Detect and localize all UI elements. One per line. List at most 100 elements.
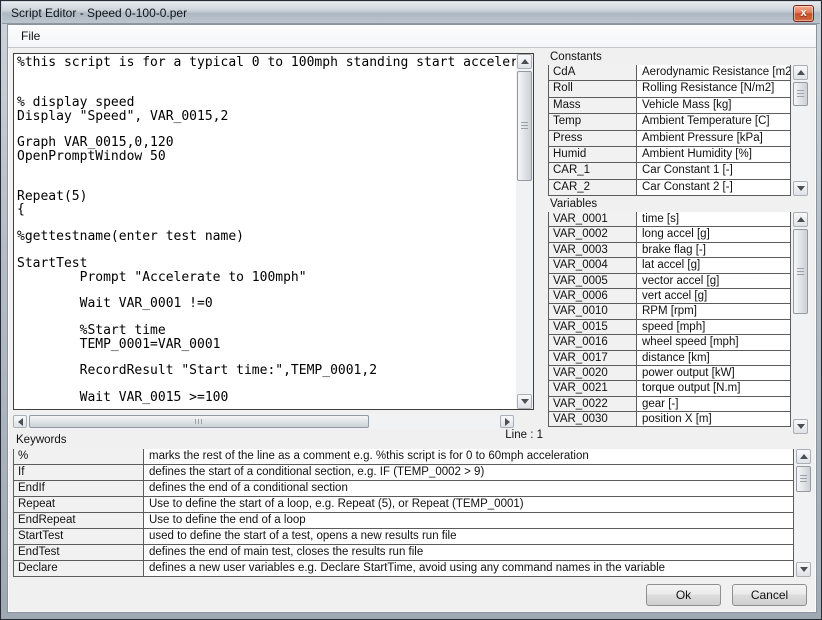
editor-vertical-scrollbar[interactable] <box>516 54 533 409</box>
keywords-scrollbar[interactable] <box>795 449 812 577</box>
variable-row[interactable]: VAR_0006 vert accel [g] <box>548 288 791 304</box>
scroll-down-icon <box>797 186 805 191</box>
constant-description: Vehicle Mass [kg] <box>637 98 790 113</box>
variable-row[interactable]: VAR_0001 time [s] <box>548 212 791 227</box>
editor-horizontal-scrollbar[interactable] <box>13 414 514 429</box>
constant-row[interactable]: Temp Ambient Temperature [C] <box>548 113 791 130</box>
close-button[interactable]: x <box>793 5 814 22</box>
variable-name: VAR_0010 <box>549 304 637 318</box>
variable-description: power output [kW] <box>637 366 790 380</box>
constant-name: Press <box>549 131 637 146</box>
keyword-description: defines the end of main test, closes the… <box>144 545 793 560</box>
variable-row[interactable]: VAR_0010 RPM [rpm] <box>548 303 791 319</box>
keyword-description: defines the start of a conditional secti… <box>144 465 793 480</box>
constant-row[interactable]: Humid Ambient Humidity [%] <box>548 146 791 163</box>
constant-row[interactable]: CAR_1 Car Constant 1 [-] <box>548 162 791 179</box>
scroll-down-button[interactable] <box>793 181 808 196</box>
constant-row[interactable]: Mass Vehicle Mass [kg] <box>548 97 791 114</box>
keyword-row[interactable]: If defines the start of a conditional se… <box>13 464 794 481</box>
constant-description: Car Constant 1 [-] <box>637 163 790 178</box>
constant-name: Mass <box>549 98 637 113</box>
constant-row[interactable]: CAR_2 Car Constant 2 [-] <box>548 179 791 196</box>
variable-row[interactable]: VAR_0015 speed [mph] <box>548 319 791 335</box>
variable-row[interactable]: VAR_0004 lat accel [g] <box>548 257 791 273</box>
variable-name: VAR_0016 <box>549 335 637 349</box>
constant-description: Car Constant 2 [-] <box>637 180 790 195</box>
variable-row[interactable]: VAR_0003 brake flag [-] <box>548 242 791 258</box>
variable-name: VAR_0030 <box>549 412 637 426</box>
scroll-right-button[interactable] <box>500 415 514 428</box>
menu-file[interactable]: File <box>8 25 53 46</box>
constant-row[interactable]: Roll Rolling Resistance [N/m2] <box>548 80 791 97</box>
keyword-row[interactable]: Declare defines a new user variables e.g… <box>13 560 794 577</box>
script-code[interactable]: %this script is for a typical 0 to 100mp… <box>14 54 516 409</box>
constant-name: Roll <box>549 81 637 96</box>
variable-row[interactable]: VAR_0002 long accel [g] <box>548 226 791 242</box>
variable-row[interactable]: VAR_0017 distance [km] <box>548 350 791 366</box>
variable-description: lat accel [g] <box>637 258 790 272</box>
variable-description: vector accel [g] <box>637 274 790 288</box>
scroll-down-button[interactable] <box>796 562 811 577</box>
variable-row[interactable]: VAR_0030 position X [m] <box>548 411 791 427</box>
variable-description: wheel speed [mph] <box>637 335 790 349</box>
constant-description: Aerodynamic Resistance [m2] <box>637 65 790 80</box>
scroll-down-button[interactable] <box>517 394 532 409</box>
variable-description: speed [mph] <box>637 320 790 334</box>
keywords-scroll-thumb[interactable] <box>796 466 811 492</box>
titlebar[interactable]: Script Editor - Speed 0-100-0.per x <box>2 2 820 24</box>
variable-name: VAR_0006 <box>549 289 637 303</box>
keyword-row[interactable]: EndTest defines the end of main test, cl… <box>13 544 794 561</box>
constant-name: Humid <box>549 147 637 162</box>
variables-scrollbar[interactable] <box>792 212 809 434</box>
constant-row[interactable]: Press Ambient Pressure [kPa] <box>548 130 791 147</box>
variable-row[interactable]: VAR_0016 wheel speed [mph] <box>548 334 791 350</box>
keyword-row[interactable]: Repeat Use to define the start of a loop… <box>13 496 794 513</box>
keyword-name: StartTest <box>14 529 144 544</box>
variable-name: VAR_0015 <box>549 320 637 334</box>
constant-name: CAR_2 <box>549 180 637 195</box>
window-title: Script Editor - Speed 0-100-0.per <box>11 6 187 20</box>
editor-vscroll-thumb[interactable] <box>517 71 532 181</box>
keyword-description: marks the rest of the line as a comment … <box>144 449 793 464</box>
variables-table: VAR_0001 time [s] VAR_0002 long accel [g… <box>548 212 791 434</box>
keyword-row[interactable]: % marks the rest of the line as a commen… <box>13 449 794 465</box>
scroll-up-button[interactable] <box>793 65 808 80</box>
keyword-row[interactable]: EndIf defines the end of a conditional s… <box>13 480 794 497</box>
variable-name: VAR_0002 <box>549 227 637 241</box>
editor-hscroll-thumb[interactable] <box>29 415 369 428</box>
keywords-label: Keywords <box>16 434 67 446</box>
keyword-description: Use to define the end of a loop <box>144 513 793 528</box>
keyword-description: defines the end of a conditional section <box>144 481 793 496</box>
scroll-down-icon <box>521 399 529 404</box>
keyword-row[interactable]: StartTest used to define the start of a … <box>13 528 794 545</box>
constants-scrollbar[interactable] <box>792 65 809 196</box>
scroll-down-icon <box>800 567 808 572</box>
keyword-name: % <box>14 449 144 464</box>
scroll-up-button[interactable] <box>796 449 811 464</box>
variable-description: long accel [g] <box>637 227 790 241</box>
variable-name: VAR_0004 <box>549 258 637 272</box>
keyword-name: If <box>14 465 144 480</box>
scroll-down-icon <box>797 424 805 429</box>
variable-row[interactable]: VAR_0022 gear [-] <box>548 396 791 412</box>
variable-row[interactable]: VAR_0020 power output [kW] <box>548 365 791 381</box>
constants-scroll-thumb[interactable] <box>793 82 808 106</box>
variable-description: RPM [rpm] <box>637 304 790 318</box>
constant-row[interactable]: CdA Aerodynamic Resistance [m2] <box>548 65 791 81</box>
variable-name: VAR_0001 <box>549 212 637 226</box>
scroll-left-button[interactable] <box>13 415 27 428</box>
ok-button[interactable]: Ok <box>646 584 721 606</box>
constant-description: Ambient Temperature [C] <box>637 114 790 129</box>
keyword-row[interactable]: EndRepeat Use to define the end of a loo… <box>13 512 794 529</box>
script-editor[interactable]: %this script is for a typical 0 to 100mp… <box>13 53 534 410</box>
variable-row[interactable]: VAR_0021 torque output [N.m] <box>548 380 791 396</box>
variable-row[interactable]: VAR_0005 vector accel [g] <box>548 273 791 289</box>
variable-description: torque output [N.m] <box>637 381 790 395</box>
cancel-button[interactable]: Cancel <box>732 584 807 606</box>
constant-name: CAR_1 <box>549 163 637 178</box>
variables-scroll-thumb[interactable] <box>793 229 808 314</box>
scroll-up-button[interactable] <box>793 212 808 227</box>
variable-description: vert accel [g] <box>637 289 790 303</box>
scroll-down-button[interactable] <box>793 419 808 434</box>
scroll-up-button[interactable] <box>517 54 532 69</box>
